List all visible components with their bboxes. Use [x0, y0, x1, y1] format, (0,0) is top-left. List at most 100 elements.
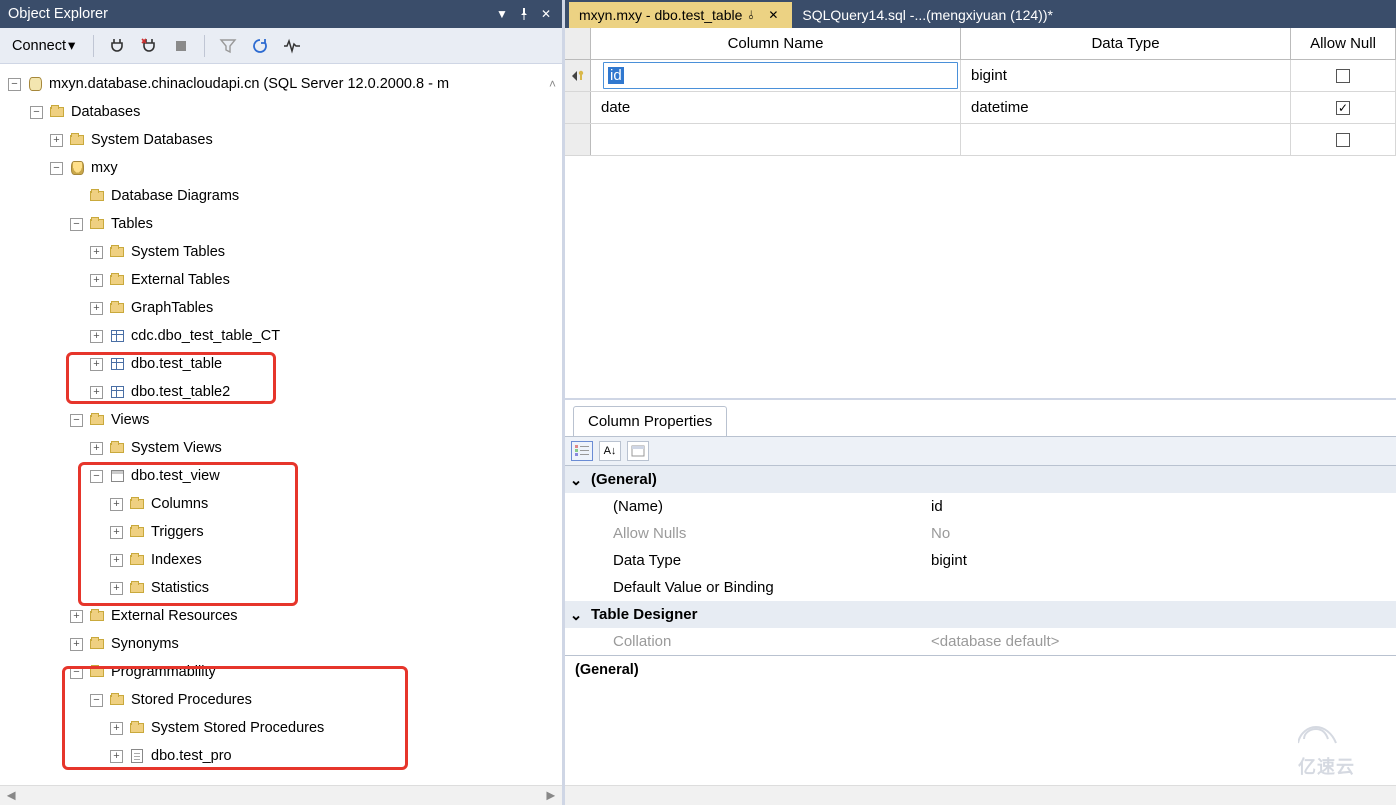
pin-icon[interactable]	[516, 6, 532, 22]
checkbox-checked[interactable]: ✓	[1336, 101, 1350, 115]
tree-row[interactable]: − mxyn.database.chinacloudapi.cn (SQL Se…	[0, 70, 562, 98]
prop-row[interactable]: Data Typebigint	[565, 547, 1396, 574]
pin-icon[interactable]: ⫰	[748, 8, 762, 23]
expand-icon[interactable]: +	[110, 750, 123, 763]
checkbox-unchecked[interactable]	[1336, 133, 1350, 147]
tree-row[interactable]: − Views	[0, 406, 562, 434]
tree-row[interactable]: + Synonyms	[0, 630, 562, 658]
scroll-right-icon[interactable]: ►	[544, 788, 558, 804]
tree-row[interactable]: − Stored Procedures	[0, 686, 562, 714]
tree-row[interactable]: − dbo.test_view	[0, 462, 562, 490]
checkbox-unchecked[interactable]	[1336, 69, 1350, 83]
tree-row[interactable]: + dbo.test_table2	[0, 378, 562, 406]
grid-header-datatype[interactable]: Data Type	[961, 28, 1291, 59]
tree-row[interactable]: + dbo.test_pro	[0, 742, 562, 770]
expand-icon[interactable]: +	[90, 302, 103, 315]
prop-section[interactable]: ⌄ Table Designer	[565, 601, 1396, 628]
scroll-left-icon[interactable]: ◄	[4, 788, 18, 804]
close-icon[interactable]: ✕	[768, 8, 782, 22]
expand-icon[interactable]: +	[50, 134, 63, 147]
grid-header-colname[interactable]: Column Name	[591, 28, 961, 59]
tree-row[interactable]: + External Resources	[0, 602, 562, 630]
expand-icon[interactable]: +	[110, 498, 123, 511]
collapse-icon[interactable]: −	[8, 78, 21, 91]
cell-allow-null[interactable]	[1291, 60, 1396, 91]
connect-icon[interactable]	[108, 37, 126, 55]
grid-row[interactable]: id bigint	[565, 60, 1396, 92]
tree-row[interactable]: − Programmability	[0, 658, 562, 686]
tab-active[interactable]: mxyn.mxy - dbo.test_table ⫰ ✕	[569, 2, 792, 28]
prop-row[interactable]: (Name)id	[565, 493, 1396, 520]
collapse-icon[interactable]: −	[90, 470, 103, 483]
alphabetical-icon[interactable]: A↓	[599, 441, 621, 461]
tree-row[interactable]: + Triggers	[0, 518, 562, 546]
collapse-icon[interactable]: −	[70, 414, 83, 427]
tree-row[interactable]: + System Views	[0, 434, 562, 462]
collapse-icon[interactable]: −	[90, 694, 103, 707]
horizontal-scrollbar[interactable]	[565, 785, 1396, 805]
cell-data-type[interactable]: bigint	[961, 60, 1291, 91]
tree-row[interactable]: + System Tables	[0, 238, 562, 266]
refresh-icon[interactable]	[251, 37, 269, 55]
expand-icon[interactable]: +	[90, 442, 103, 455]
tree-row[interactable]: − Tables	[0, 210, 562, 238]
tab-inactive[interactable]: SQLQuery14.sql -...(mengxiyuan (124))*	[792, 2, 1063, 28]
tree-row[interactable]: + cdc.dbo_test_table_CT	[0, 322, 562, 350]
prop-section[interactable]: ⌄ (General)	[565, 466, 1396, 493]
grid-row[interactable]: date datetime ✓	[565, 92, 1396, 124]
expand-icon[interactable]: +	[90, 274, 103, 287]
tree-row[interactable]: + Indexes	[0, 546, 562, 574]
tree-view[interactable]: − mxyn.database.chinacloudapi.cn (SQL Se…	[0, 64, 562, 785]
expand-icon[interactable]: +	[90, 358, 103, 371]
categorized-icon[interactable]	[571, 441, 593, 461]
expand-icon[interactable]: +	[70, 610, 83, 623]
chevron-down-icon[interactable]: ⌄	[565, 606, 587, 624]
connect-button[interactable]: Connect▾	[8, 36, 79, 56]
collapse-icon[interactable]: −	[30, 106, 43, 119]
tree-row[interactable]: + External Tables	[0, 266, 562, 294]
property-grid[interactable]: ⌄ (General) (Name)id Allow NullsNo Data …	[565, 465, 1396, 655]
expand-icon[interactable]: +	[110, 526, 123, 539]
expand-icon[interactable]: +	[90, 330, 103, 343]
grid-row-empty[interactable]	[565, 124, 1396, 156]
cell-data-type[interactable]	[961, 124, 1291, 155]
expand-icon[interactable]: +	[90, 246, 103, 259]
row-indicator[interactable]	[565, 124, 591, 155]
disconnect-icon[interactable]	[140, 37, 158, 55]
cell-column-name[interactable]: id	[591, 60, 961, 91]
property-pages-icon[interactable]	[627, 441, 649, 461]
prop-row[interactable]: Collation<database default>	[565, 628, 1396, 655]
expand-icon[interactable]: +	[110, 582, 123, 595]
cell-allow-null[interactable]	[1291, 124, 1396, 155]
tree-row[interactable]: + System Databases	[0, 126, 562, 154]
cell-allow-null[interactable]: ✓	[1291, 92, 1396, 123]
collapse-icon[interactable]: −	[50, 162, 63, 175]
close-icon[interactable]: ✕	[538, 6, 554, 22]
expand-icon[interactable]: +	[70, 638, 83, 651]
tree-row[interactable]: + GraphTables	[0, 294, 562, 322]
stop-icon[interactable]	[172, 37, 190, 55]
tree-row[interactable]: − Databases	[0, 98, 562, 126]
tree-row[interactable]: + dbo.test_table	[0, 350, 562, 378]
tree-row[interactable]: + Columns	[0, 490, 562, 518]
horizontal-scrollbar[interactable]: ◄ ►	[0, 785, 562, 805]
expand-icon[interactable]: +	[110, 722, 123, 735]
grid-header-allownull[interactable]: Allow Null	[1291, 28, 1396, 59]
chevron-up-icon[interactable]: ˄	[543, 77, 556, 91]
cell-column-name[interactable]: date	[591, 92, 961, 123]
tree-row[interactable]: − mxy	[0, 154, 562, 182]
expand-icon[interactable]: +	[110, 554, 123, 567]
row-indicator[interactable]	[565, 92, 591, 123]
prop-row[interactable]: Default Value or Binding	[565, 574, 1396, 601]
expand-icon[interactable]: +	[90, 386, 103, 399]
cell-data-type[interactable]: datetime	[961, 92, 1291, 123]
collapse-icon[interactable]: −	[70, 218, 83, 231]
filter-icon[interactable]	[219, 37, 237, 55]
dropdown-icon[interactable]: ▼	[494, 6, 510, 22]
tree-row[interactable]: Database Diagrams	[0, 182, 562, 210]
activity-icon[interactable]	[283, 37, 301, 55]
row-indicator[interactable]	[565, 60, 591, 91]
tree-row[interactable]: + Statistics	[0, 574, 562, 602]
chevron-down-icon[interactable]: ⌄	[565, 471, 587, 489]
prop-row[interactable]: Allow NullsNo	[565, 520, 1396, 547]
